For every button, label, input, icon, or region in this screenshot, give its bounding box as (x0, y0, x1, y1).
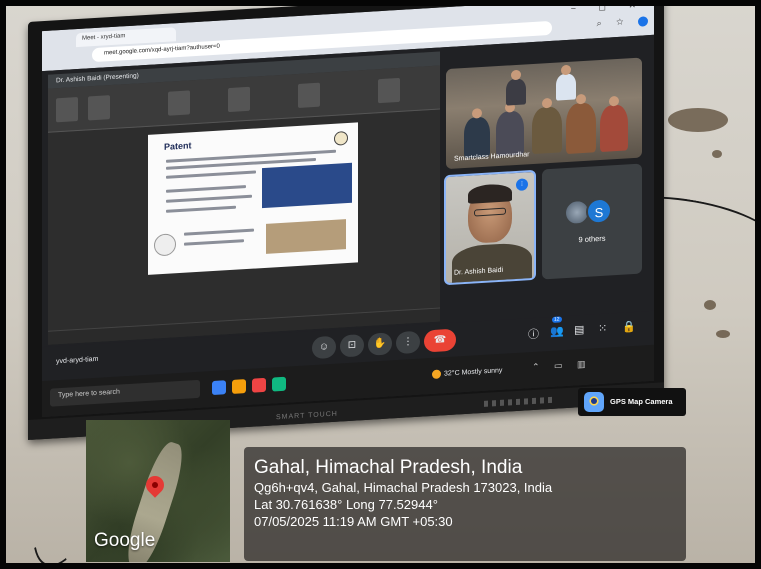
slide-image (266, 219, 346, 254)
gps-camera-app-name: GPS Map Camera (610, 397, 673, 406)
end-call-button[interactable]: ☎ (424, 328, 456, 353)
window-controls[interactable]: − ◻ ✕ (571, 0, 646, 15)
slide-text-line (166, 205, 236, 213)
info-icon[interactable]: ⓘ (528, 326, 539, 343)
weather-text: 32°C Mostly sunny (444, 367, 503, 378)
ribbon-button[interactable] (56, 97, 78, 123)
meeting-code: yvd-aryd-tiam (56, 355, 99, 366)
speaker-body (452, 242, 532, 286)
activities-icon[interactable]: ⁙ (598, 322, 607, 336)
presentation-area: Dr. Ashish Baidi (Presenting) Patent (48, 51, 440, 345)
location-place: Gahal, Himachal Pradesh, India (254, 457, 523, 478)
location-coordinates: Lat 30.761638° Long 77.52944° (254, 497, 438, 512)
profile-icon[interactable] (638, 15, 648, 27)
slide-text-line (166, 170, 256, 179)
google-meet: Dr. Ashish Baidi (Presenting) Patent Sma… (42, 34, 654, 418)
tv-screen: Meet - xryd-tiam − ◻ ✕ meet.google.com/x… (42, 0, 654, 418)
slide: Patent (148, 122, 358, 275)
participant-tile-room[interactable]: Smartclass Hamourdhar (446, 57, 642, 170)
present-button[interactable]: ⊡ (340, 334, 364, 358)
slide-text-line (184, 228, 254, 236)
wall-stain (704, 300, 716, 310)
raise-hand-button[interactable]: ✋ (368, 332, 392, 356)
person (506, 69, 526, 106)
smart-tv: Meet - xryd-tiam − ◻ ✕ meet.google.com/x… (28, 0, 664, 441)
person (464, 108, 490, 159)
location-address: Qg6h+qv4, Gahal, Himachal Pradesh 173023… (254, 480, 553, 495)
gps-camera-logo-icon (584, 392, 604, 412)
avatar-initial: S (586, 197, 612, 225)
person (556, 64, 576, 101)
slide-text-line (166, 185, 246, 193)
speaking-indicator-icon: ⁞ (516, 178, 528, 192)
host-controls-icon[interactable]: 🔒 (622, 320, 636, 334)
participant-count-badge: 12 (552, 316, 562, 323)
ribbon-button[interactable] (378, 77, 400, 104)
person (532, 97, 562, 155)
person (566, 93, 596, 155)
ribbon-button[interactable] (298, 82, 320, 108)
tv-brand: SMART TOUCH (276, 410, 338, 422)
browser-icon[interactable] (252, 377, 266, 393)
ribbon-button[interactable] (88, 95, 110, 121)
slide-highlight-box (262, 162, 352, 209)
location-map: Google (86, 420, 230, 562)
participant-tile-others[interactable]: S 9 others (542, 163, 642, 280)
captions-button[interactable]: ☺ (312, 335, 336, 360)
wall-stain (716, 330, 730, 338)
more-options-button[interactable]: ⋮ (396, 330, 420, 355)
ribbon-button[interactable] (168, 90, 190, 116)
weather-widget[interactable]: 32°C Mostly sunny (432, 366, 502, 379)
ribbon-button[interactable] (228, 86, 250, 113)
tv-speaker-grille (484, 396, 554, 407)
map-brand: Google (94, 530, 156, 551)
slide-text-line (166, 194, 252, 203)
app-icon[interactable] (212, 380, 226, 396)
participant-tile-speaker[interactable]: ⁞ Dr. Ashish Baidi (444, 169, 536, 286)
slide-title: Patent (164, 140, 192, 152)
institute-logo-icon (334, 130, 348, 146)
others-count: 9 others (578, 233, 606, 245)
location-datetime: 07/05/2025 11:19 AM GMT +05:30 (254, 514, 453, 529)
taskbar-search[interactable]: Type here to search (50, 379, 200, 407)
photo-background: Meet - xryd-tiam − ◻ ✕ meet.google.com/x… (0, 0, 761, 569)
person (600, 95, 628, 153)
people-icon[interactable]: 12 👥 (550, 316, 564, 338)
browser-toolbar-icons[interactable]: ⌕ ☆ (597, 15, 648, 29)
slide-text-line (184, 239, 244, 246)
emblem-icon (154, 233, 176, 257)
wall-stain (668, 108, 728, 132)
folder-icon[interactable] (232, 379, 246, 394)
sun-icon (432, 369, 441, 379)
app-icon[interactable] (272, 376, 286, 392)
chat-icon[interactable]: ▤ (574, 323, 584, 337)
person (496, 102, 524, 157)
location-info-box: Gahal, Himachal Pradesh, India Qg6h+qv4,… (244, 447, 686, 561)
speaker-hair (468, 183, 512, 204)
gps-camera-badge: GPS Map Camera (578, 388, 686, 416)
wall-stain (712, 150, 722, 158)
system-tray[interactable]: ⌃ ▭ ▥ (532, 359, 592, 374)
toolbar-icons[interactable]: ⌕ ☆ (597, 16, 630, 28)
